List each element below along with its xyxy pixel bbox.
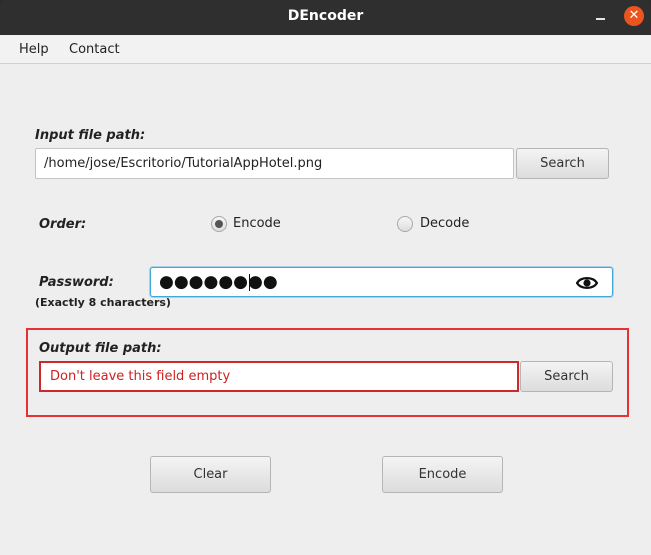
output-path-field[interactable]: Don't leave this field empty xyxy=(39,361,519,392)
title-bar[interactable]: DEncoder ✕ xyxy=(0,0,651,35)
minimize-icon xyxy=(596,18,605,20)
decode-radio[interactable] xyxy=(397,216,413,232)
password-field[interactable]: ●●●●●●●● xyxy=(150,267,613,297)
close-button[interactable]: ✕ xyxy=(624,6,644,26)
password-masked-value: ●●●●●●●● xyxy=(159,272,278,292)
encode-button[interactable]: Encode xyxy=(382,456,503,493)
output-search-button[interactable]: Search xyxy=(520,361,613,392)
text-caret xyxy=(249,274,250,291)
window-title: DEncoder xyxy=(287,8,364,24)
output-path-label: Output file path: xyxy=(39,341,162,356)
menu-contact[interactable]: Contact xyxy=(69,42,120,57)
input-search-button[interactable]: Search xyxy=(516,148,609,179)
encode-radio-label[interactable]: Encode xyxy=(233,216,281,231)
menu-bar: Help Contact xyxy=(0,35,651,64)
decode-radio-label[interactable]: Decode xyxy=(420,216,469,231)
password-label: Password: xyxy=(39,275,114,290)
menu-help[interactable]: Help xyxy=(19,42,49,57)
main-window: Help Contact Input file path: /home/jose… xyxy=(0,35,651,555)
input-path-field[interactable]: /home/jose/Escritorio/TutorialAppHotel.p… xyxy=(35,148,514,179)
clear-button[interactable]: Clear xyxy=(150,456,271,493)
password-hint: (Exactly 8 characters) xyxy=(35,296,171,309)
eye-icon[interactable] xyxy=(575,275,599,291)
encode-radio[interactable] xyxy=(211,216,227,232)
close-icon: ✕ xyxy=(628,8,640,23)
order-label: Order: xyxy=(39,217,87,232)
minimize-button[interactable] xyxy=(592,9,608,25)
input-path-label: Input file path: xyxy=(35,128,146,143)
